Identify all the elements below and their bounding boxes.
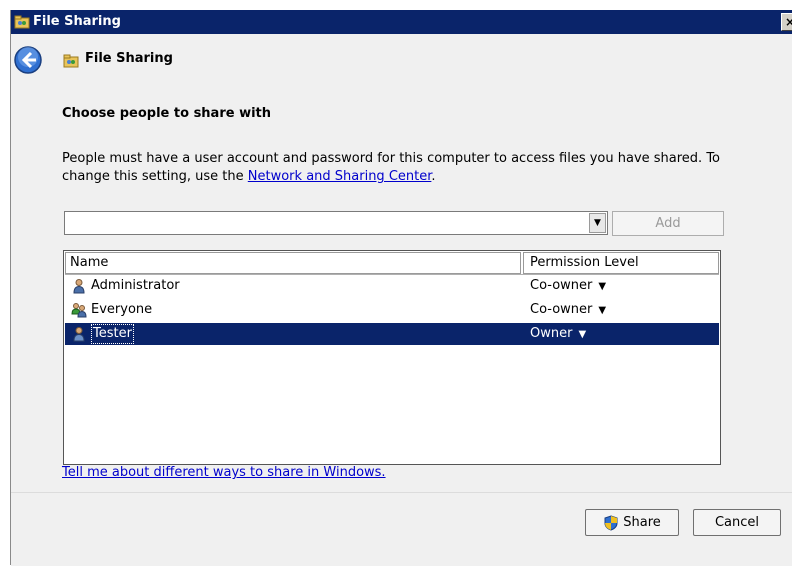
user-icon (73, 279, 85, 294)
user-name: Everyone (91, 302, 153, 317)
button-bar: Share Cancel (11, 492, 792, 566)
permission-value: Owner (530, 326, 573, 341)
user-combobox[interactable]: ▼ (64, 211, 608, 235)
sharing-folder-icon (14, 15, 30, 29)
share-button[interactable]: Share (585, 509, 679, 536)
list-row-tester[interactable]: Tester Owner ▼ (65, 323, 719, 345)
close-button[interactable]: × (781, 13, 792, 31)
user-name: Administrator (91, 278, 180, 293)
dropdown-arrow-icon: ▼ (598, 281, 607, 292)
group-icon (71, 303, 87, 318)
sharing-folder-icon (63, 54, 79, 68)
description-end: . (431, 169, 436, 184)
column-header-name[interactable]: Name (65, 252, 521, 274)
back-arrow-icon[interactable] (13, 45, 43, 75)
list-row-administrator[interactable]: Administrator Co-owner ▼ (65, 275, 719, 297)
navigation-band: File Sharing (11, 34, 792, 82)
title-bar[interactable]: File Sharing × (11, 10, 792, 34)
add-button[interactable]: Add (612, 211, 724, 236)
column-header-permission[interactable]: Permission Level (523, 252, 719, 274)
user-input[interactable] (67, 214, 591, 234)
section-heading: Choose people to share with (62, 106, 272, 121)
dropdown-arrow-icon: ▼ (598, 305, 607, 316)
share-label: Share (623, 515, 661, 530)
network-sharing-center-link[interactable]: Network and Sharing Center (248, 169, 432, 184)
description: People must have a user account and pass… (62, 150, 762, 186)
uac-shield-icon (604, 514, 618, 531)
list-header: Name Permission Level (65, 252, 719, 275)
dropdown-arrow-icon: ▼ (578, 329, 587, 340)
user-name: Tester (91, 324, 134, 344)
list-row-everyone[interactable]: Everyone Co-owner ▼ (65, 299, 719, 321)
sharing-list[interactable]: Name Permission Level Administrator Co-o… (63, 250, 721, 465)
permission-dropdown[interactable]: Co-owner ▼ (530, 299, 606, 322)
user-icon (73, 327, 85, 342)
help-link[interactable]: Tell me about different ways to share in… (62, 465, 386, 480)
permission-dropdown[interactable]: Owner ▼ (530, 323, 586, 346)
cancel-button[interactable]: Cancel (693, 509, 781, 536)
window-title: File Sharing (33, 14, 121, 29)
permission-value: Co-owner (530, 302, 593, 317)
page-title: File Sharing (85, 51, 173, 66)
permission-value: Co-owner (530, 278, 593, 293)
dropdown-arrow-button[interactable]: ▼ (589, 213, 606, 233)
permission-dropdown[interactable]: Co-owner ▼ (530, 275, 606, 298)
file-sharing-window: File Sharing × File Sharing Choose peopl… (10, 10, 792, 566)
